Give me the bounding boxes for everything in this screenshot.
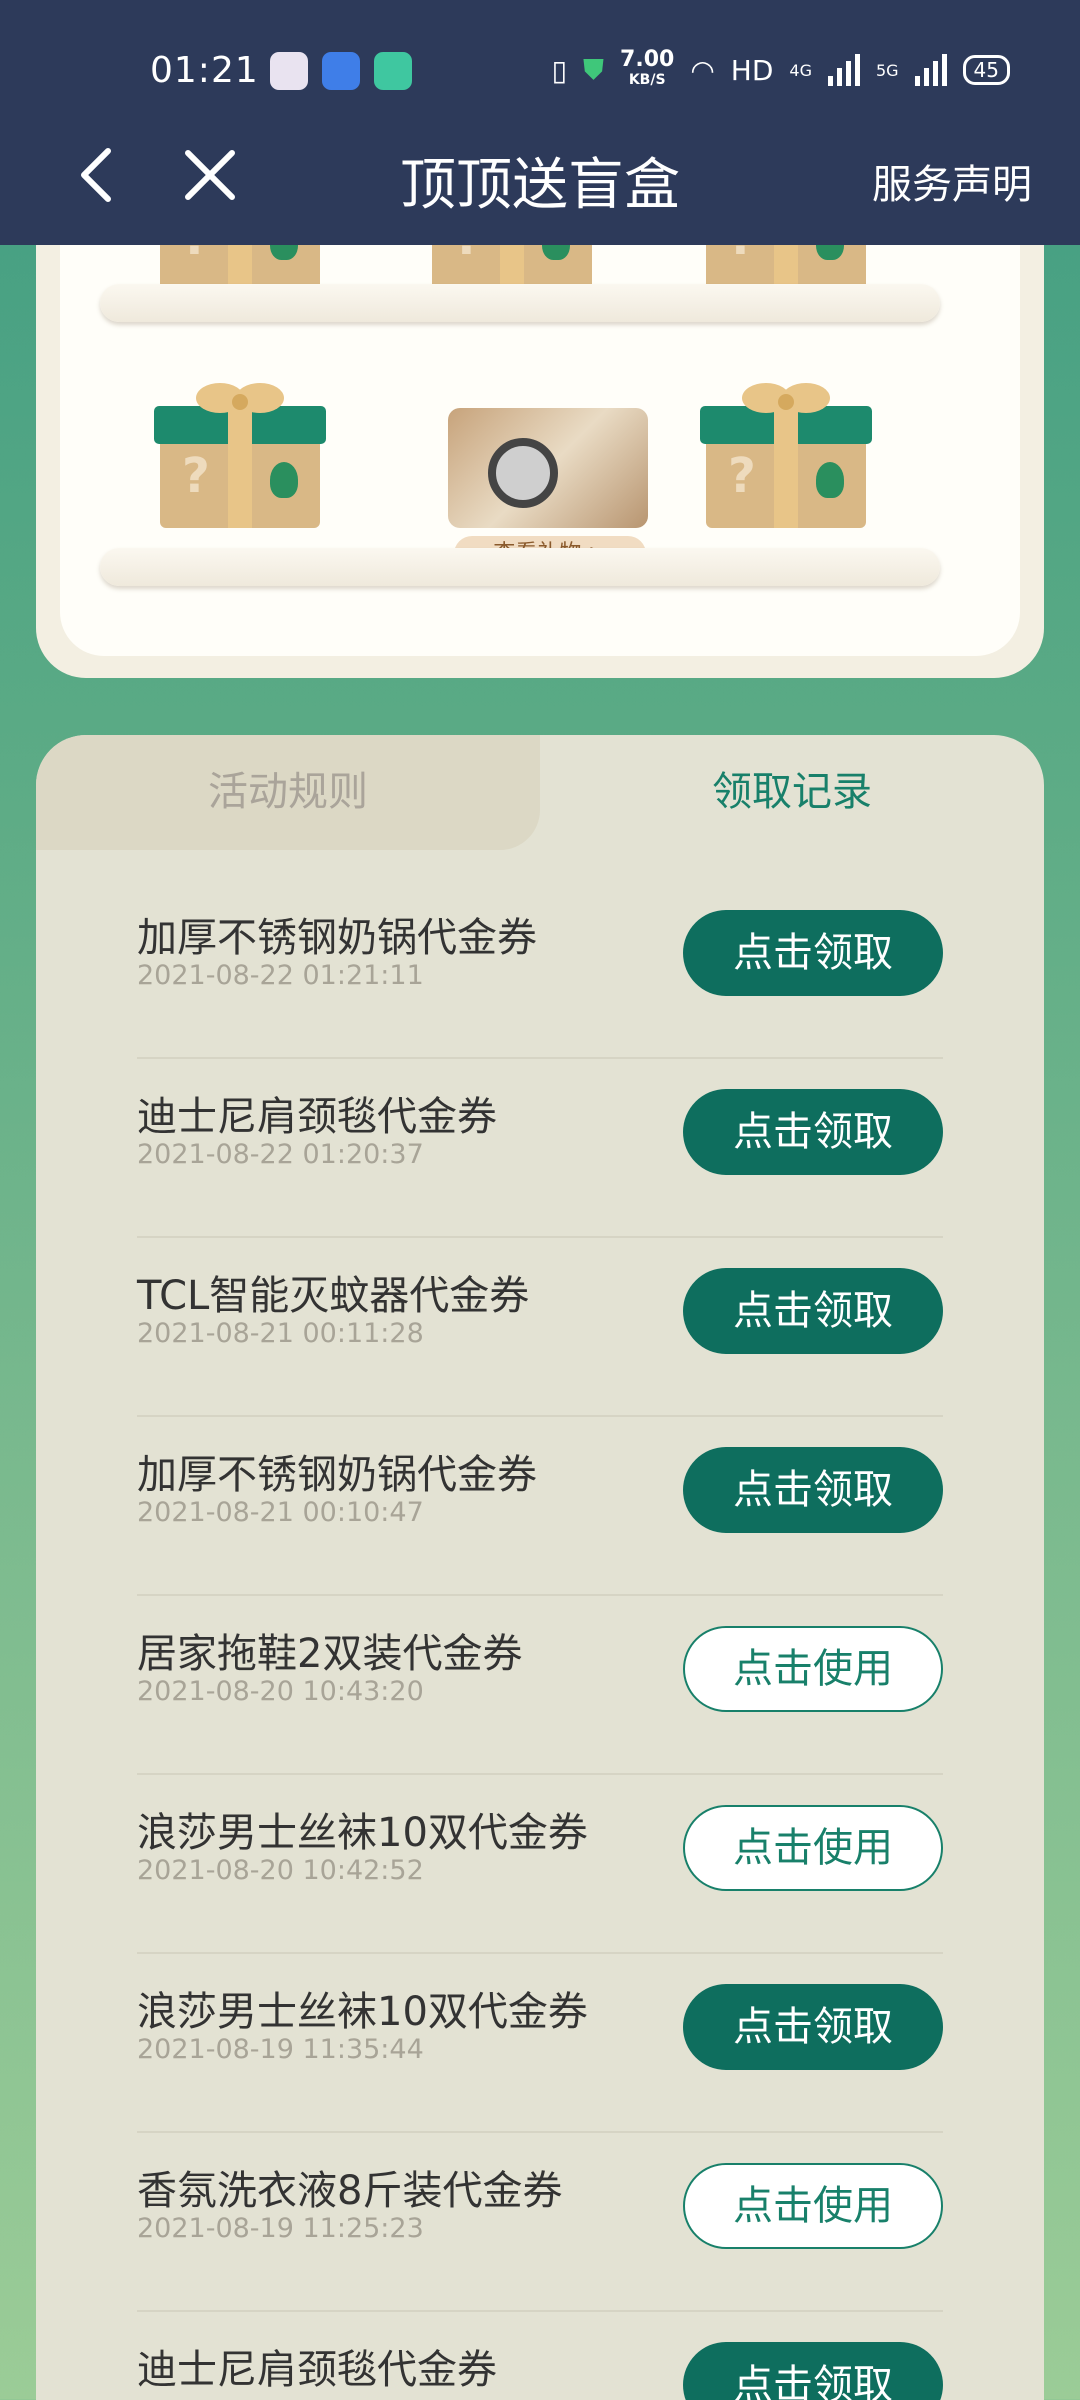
- record-date: 2021-08-22 01:20:37: [137, 1139, 424, 1170]
- vibrate-icon: ▯: [551, 53, 568, 87]
- record-date: 2021-08-20 10:43:20: [137, 1676, 424, 1707]
- notification-icons: [270, 52, 412, 90]
- record-row: 居家拖鞋2双装代金券 2021-08-20 10:43:20 点击使用: [137, 1596, 943, 1775]
- record-name: 加厚不锈钢奶锅代金券: [137, 915, 537, 961]
- record-date: 2021-08-21 00:11:28: [137, 1318, 424, 1349]
- record-name: 加厚不锈钢奶锅代金券: [137, 1452, 537, 1498]
- claim-button[interactable]: 点击领取: [683, 1984, 943, 2070]
- battery-indicator: 45: [962, 55, 1010, 85]
- claim-button[interactable]: 点击领取: [683, 1089, 943, 1175]
- box-question-mark: ?: [182, 448, 210, 504]
- status-indicators: ▯ ⛊ 7.00 KB/S ◠ HD 4G 5G 45: [551, 47, 1010, 90]
- wifi-icon: ◠: [690, 53, 715, 87]
- record-date: 2021-08-19 11:25:23: [137, 2213, 424, 2244]
- hd-label: HD: [730, 53, 774, 87]
- app-notification-icon: [322, 52, 360, 90]
- gift-preview-image[interactable]: [448, 408, 648, 528]
- blind-box-card: ? ? ? ? 查看礼物 > ?: [36, 168, 1044, 678]
- record-row: 浪莎男士丝袜10双代金券 2021-08-19 11:35:44 点击领取: [137, 1954, 943, 2133]
- claim-button[interactable]: 点击领取: [683, 1268, 943, 1354]
- claim-button[interactable]: 点击领取: [683, 910, 943, 996]
- blind-box[interactable]: ?: [154, 378, 326, 528]
- record-name: 浪莎男士丝袜10双代金券: [137, 1989, 588, 2035]
- record-row: 迪士尼肩颈毯代金券 2021-08-22 01:20:37 点击领取: [137, 1059, 943, 1238]
- box-question-mark: ?: [728, 448, 756, 504]
- signal-icon: [827, 54, 860, 86]
- record-name: 香氛洗衣液8斤装代金券: [137, 2168, 563, 2214]
- nav-bar: 顶顶送盲盒 服务声明: [0, 130, 1080, 220]
- record-date: 2021-08-21 00:10:47: [137, 1497, 424, 1528]
- status-bar: 01:21 ▯ ⛊ 7.00 KB/S ◠ HD 4G 5G 45: [0, 44, 1080, 104]
- status-time: 01:21: [150, 50, 259, 91]
- records-panel: 活动规则 领取记录 加厚不锈钢奶锅代金券 2021-08-22 01:21:11…: [36, 735, 1044, 2400]
- record-list: 加厚不锈钢奶锅代金券 2021-08-22 01:21:11 点击领取 迪士尼肩…: [137, 880, 943, 2400]
- milk-pot-image: [488, 438, 558, 508]
- record-date: 2021-08-19 11:35:44: [137, 2034, 424, 2065]
- record-row: 浪莎男士丝袜10双代金券 2021-08-20 10:42:52 点击使用: [137, 1775, 943, 1954]
- network-type-5g: 5G: [875, 60, 899, 80]
- record-row: 加厚不锈钢奶锅代金券 2021-08-22 01:21:11 点击领取: [137, 880, 943, 1059]
- use-button[interactable]: 点击使用: [683, 2163, 943, 2249]
- network-speed: 7.00 KB/S: [620, 47, 675, 89]
- blind-box-shelf-area: ? ? ? ? 查看礼物 > ?: [60, 168, 1020, 656]
- bow-icon: [196, 383, 284, 413]
- tree-logo-icon: [816, 462, 844, 498]
- record-name: 迪士尼肩颈毯代金券: [137, 1094, 497, 1140]
- app-notification-icon: [270, 52, 308, 90]
- network-type-4g: 4G: [789, 60, 812, 80]
- use-button[interactable]: 点击使用: [683, 1805, 943, 1891]
- record-row: TCL智能灭蚊器代金券 2021-08-21 00:11:28 点击领取: [137, 1238, 943, 1417]
- shield-icon: ⛊: [583, 53, 605, 86]
- record-row: 加厚不锈钢奶锅代金券 2021-08-21 00:10:47 点击领取: [137, 1417, 943, 1596]
- claim-button[interactable]: 点击领取: [683, 2342, 943, 2400]
- record-row: 香氛洗衣液8斤装代金券 2021-08-19 11:25:23 点击使用: [137, 2133, 943, 2312]
- tree-logo-icon: [270, 462, 298, 498]
- record-row: 迪士尼肩颈毯代金券 点击领取: [137, 2312, 943, 2400]
- record-name: 居家拖鞋2双装代金券: [137, 1631, 523, 1677]
- service-statement-link[interactable]: 服务声明: [872, 152, 1032, 210]
- use-button[interactable]: 点击使用: [683, 1626, 943, 1712]
- app-notification-icon: [374, 52, 412, 90]
- record-name: 浪莎男士丝袜10双代金券: [137, 1810, 588, 1856]
- tab-activity-rules[interactable]: 活动规则: [36, 735, 540, 850]
- shelf: [100, 548, 940, 586]
- shelf: [100, 284, 940, 322]
- bow-icon: [742, 383, 830, 413]
- signal-icon: [914, 54, 947, 86]
- record-name: 迪士尼肩颈毯代金券: [137, 2347, 497, 2393]
- top-bar: 01:21 ▯ ⛊ 7.00 KB/S ◠ HD 4G 5G 45 顶顶送盲盒 …: [0, 0, 1080, 245]
- claim-button[interactable]: 点击领取: [683, 1447, 943, 1533]
- record-name: TCL智能灭蚊器代金券: [137, 1273, 530, 1319]
- record-date: 2021-08-20 10:42:52: [137, 1855, 424, 1886]
- record-date: 2021-08-22 01:21:11: [137, 960, 424, 991]
- blind-box[interactable]: ?: [700, 378, 872, 528]
- tab-claim-records[interactable]: 领取记录: [540, 735, 1044, 850]
